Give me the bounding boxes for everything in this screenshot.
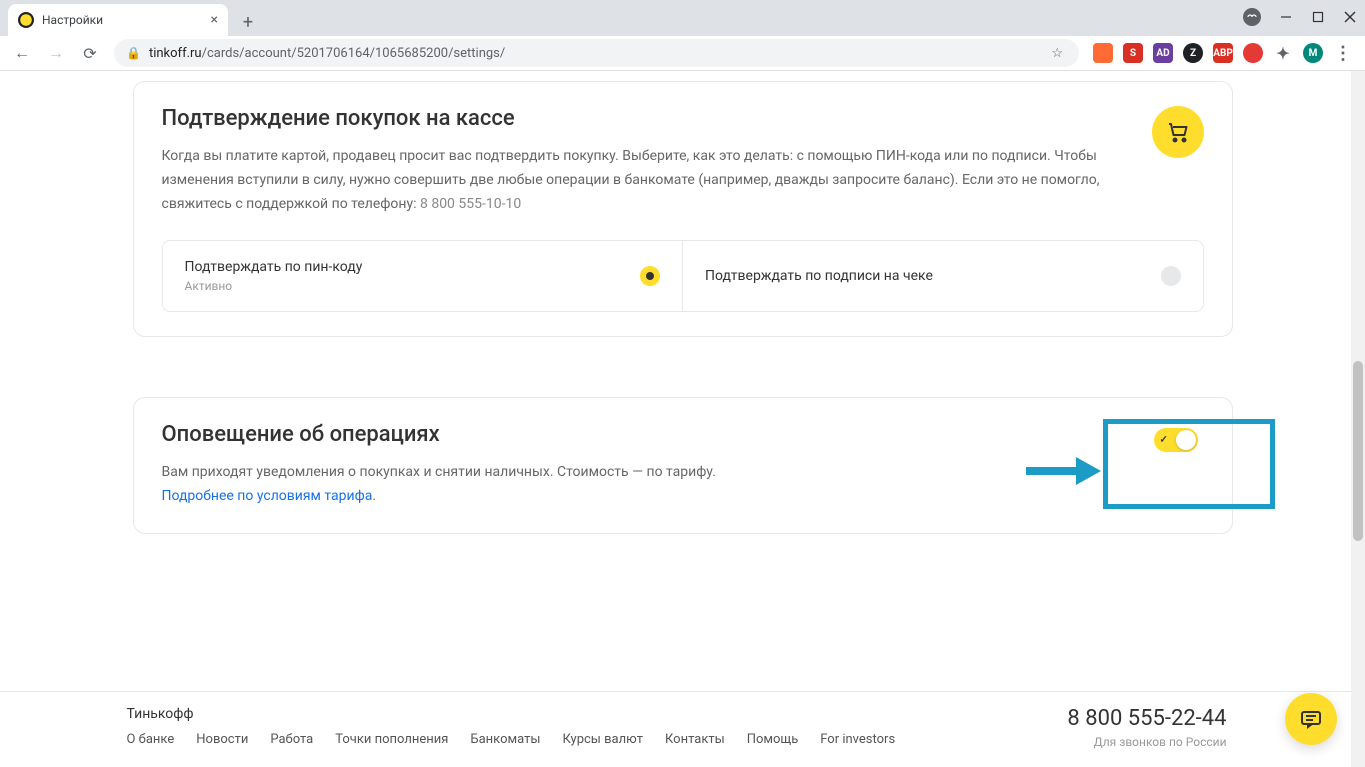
- notifications-toggle[interactable]: ✓: [1154, 428, 1198, 452]
- browser-chrome: Настройки × + ← → ⟳ 🔒 tinkoff.ru/cards: [0, 0, 1365, 71]
- extension-icon[interactable]: Z: [1183, 43, 1203, 63]
- footer-phone: 8 800 555-22-44: [1067, 706, 1226, 731]
- extensions-menu-icon[interactable]: ✦: [1273, 43, 1293, 63]
- confirm-by-signature-option[interactable]: Подтверждать по подписи на чеке: [682, 241, 1203, 311]
- lock-icon: 🔒: [126, 46, 141, 60]
- footer-link-investors[interactable]: For investors: [820, 732, 895, 747]
- card-title: Оповещение об операциях: [162, 422, 1204, 447]
- tariff-details-link[interactable]: Подробнее по условиям тарифа: [162, 488, 373, 504]
- footer-link-atms[interactable]: Банкоматы: [470, 732, 540, 747]
- option-status: Активно: [185, 279, 363, 293]
- footer-links: О банке Новости Работа Точки пополнения …: [127, 732, 896, 747]
- profile-avatar-icon[interactable]: M: [1303, 43, 1323, 63]
- favicon-icon: [18, 12, 34, 28]
- purchase-confirmation-card: Подтверждение покупок на кассе Когда вы …: [133, 81, 1233, 337]
- close-window-button[interactable]: [1343, 10, 1357, 24]
- radio-active-icon: [640, 266, 660, 286]
- option-label: Подтверждать по пин-коду: [185, 259, 363, 275]
- extension-icon[interactable]: AD: [1153, 43, 1173, 63]
- browser-menu-icon[interactable]: ⋮: [1333, 43, 1353, 63]
- extension-icon[interactable]: ABP: [1213, 43, 1233, 63]
- footer-link-help[interactable]: Помощь: [747, 732, 799, 747]
- cart-icon: [1152, 106, 1204, 158]
- footer-link-news[interactable]: Новости: [196, 732, 248, 747]
- confirm-method-options: Подтверждать по пин-коду Активно Подтвер…: [162, 240, 1204, 312]
- address-bar: ← → ⟳ 🔒 tinkoff.ru/cards/account/5201706…: [0, 36, 1365, 71]
- page-footer: Тинькофф О банке Новости Работа Точки по…: [0, 691, 1353, 767]
- maximize-button[interactable]: [1311, 10, 1325, 24]
- window-controls: [1243, 8, 1357, 26]
- page-content: Подтверждение покупок на кассе Когда вы …: [0, 71, 1365, 767]
- card-title: Подтверждение покупок на кассе: [162, 106, 1204, 131]
- forward-button[interactable]: →: [46, 43, 66, 63]
- url-text: tinkoff.ru/cards/account/5201706164/1065…: [149, 46, 1039, 61]
- footer-phone-caption: Для звонков по России: [1067, 735, 1226, 749]
- footer-link-rates[interactable]: Курсы валют: [562, 732, 643, 747]
- extension-icon[interactable]: [1243, 43, 1263, 63]
- support-phone: 8 800 555-10-10: [420, 196, 521, 212]
- confirm-by-pin-option[interactable]: Подтверждать по пин-коду Активно: [163, 241, 683, 311]
- footer-link-about[interactable]: О банке: [127, 732, 175, 747]
- minimize-button[interactable]: [1279, 10, 1293, 24]
- notifications-toggle-wrap: ✓: [1148, 422, 1204, 458]
- card-description: Вам приходят уведомления о покупках и сн…: [162, 461, 1204, 509]
- back-button[interactable]: ←: [12, 43, 32, 63]
- footer-link-topup[interactable]: Точки пополнения: [335, 732, 448, 747]
- card-description: Когда вы платите картой, продавец просит…: [162, 145, 1102, 216]
- radio-inactive-icon: [1161, 266, 1181, 286]
- toggle-knob: [1176, 430, 1196, 450]
- footer-link-contacts[interactable]: Контакты: [665, 732, 725, 747]
- extension-icon[interactable]: S: [1123, 43, 1143, 63]
- new-tab-button[interactable]: +: [234, 8, 262, 36]
- chat-button[interactable]: [1285, 693, 1337, 745]
- extension-icon[interactable]: [1093, 43, 1113, 63]
- profile-badge-icon[interactable]: [1243, 8, 1261, 26]
- option-label: Подтверждать по подписи на чеке: [705, 268, 933, 284]
- tab-title: Настройки: [42, 13, 203, 27]
- operation-notifications-card: Оповещение об операциях Вам приходят уве…: [133, 397, 1233, 534]
- tab-bar: Настройки × +: [0, 0, 1365, 36]
- chat-icon: [1299, 707, 1323, 731]
- bookmark-star-icon[interactable]: ☆: [1047, 46, 1067, 61]
- footer-brand: Тинькофф: [127, 706, 896, 722]
- url-field[interactable]: 🔒 tinkoff.ru/cards/account/5201706164/10…: [114, 39, 1079, 67]
- check-icon: ✓: [1160, 435, 1168, 446]
- extension-icons: S AD Z ABP ✦ M ⋮: [1093, 43, 1353, 63]
- close-tab-icon[interactable]: ×: [211, 12, 218, 28]
- browser-tab[interactable]: Настройки ×: [8, 4, 228, 36]
- footer-link-jobs[interactable]: Работа: [270, 732, 313, 747]
- reload-button[interactable]: ⟳: [80, 44, 100, 63]
